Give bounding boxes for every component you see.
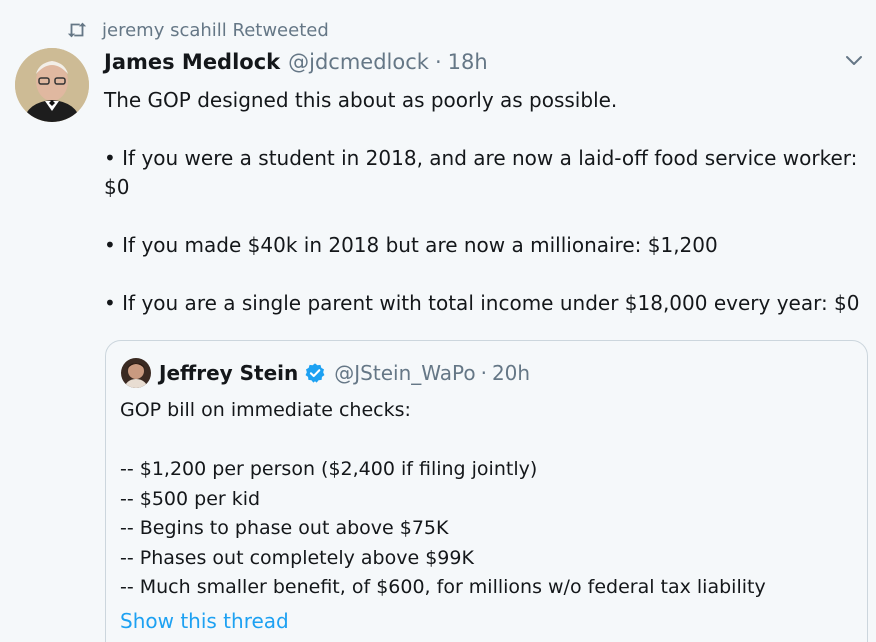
quote-author-handle[interactable]: @JStein_WaPo (334, 361, 475, 385)
tweet-timestamp[interactable]: 18h (448, 50, 488, 74)
retweet-label[interactable]: jeremy scahill Retweeted (102, 20, 329, 41)
tweet-header: James Medlock @jdcmedlock · 18h (104, 50, 488, 74)
retweet-icon (66, 19, 88, 41)
author-handle[interactable]: @jdcmedlock (288, 50, 429, 74)
quote-timestamp[interactable]: 20h (492, 361, 530, 385)
quoted-tweet[interactable]: Jeffrey Stein @JStein_WaPo · 20h GOP bil… (105, 340, 868, 642)
tweet-text: The GOP designed this about as poorly as… (104, 88, 860, 315)
quote-author-name[interactable]: Jeffrey Stein (159, 361, 298, 385)
separator-dot: · (434, 50, 442, 74)
tweet-card[interactable]: jeremy scahill Retweeted James Medlock @… (0, 0, 876, 642)
show-thread-link[interactable]: Show this thread (120, 609, 289, 633)
avatar[interactable] (15, 48, 89, 122)
author-name[interactable]: James Medlock (104, 50, 280, 74)
chevron-down-icon[interactable] (842, 48, 866, 72)
retweet-context: jeremy scahill Retweeted (66, 19, 329, 41)
quote-avatar[interactable] (121, 358, 151, 388)
quote-header: Jeffrey Stein @JStein_WaPo · 20h (121, 358, 530, 388)
verified-badge-icon (304, 362, 326, 384)
quote-text: GOP bill on immediate checks: -- $1,200 … (120, 399, 766, 598)
separator-dot: · (480, 361, 487, 385)
